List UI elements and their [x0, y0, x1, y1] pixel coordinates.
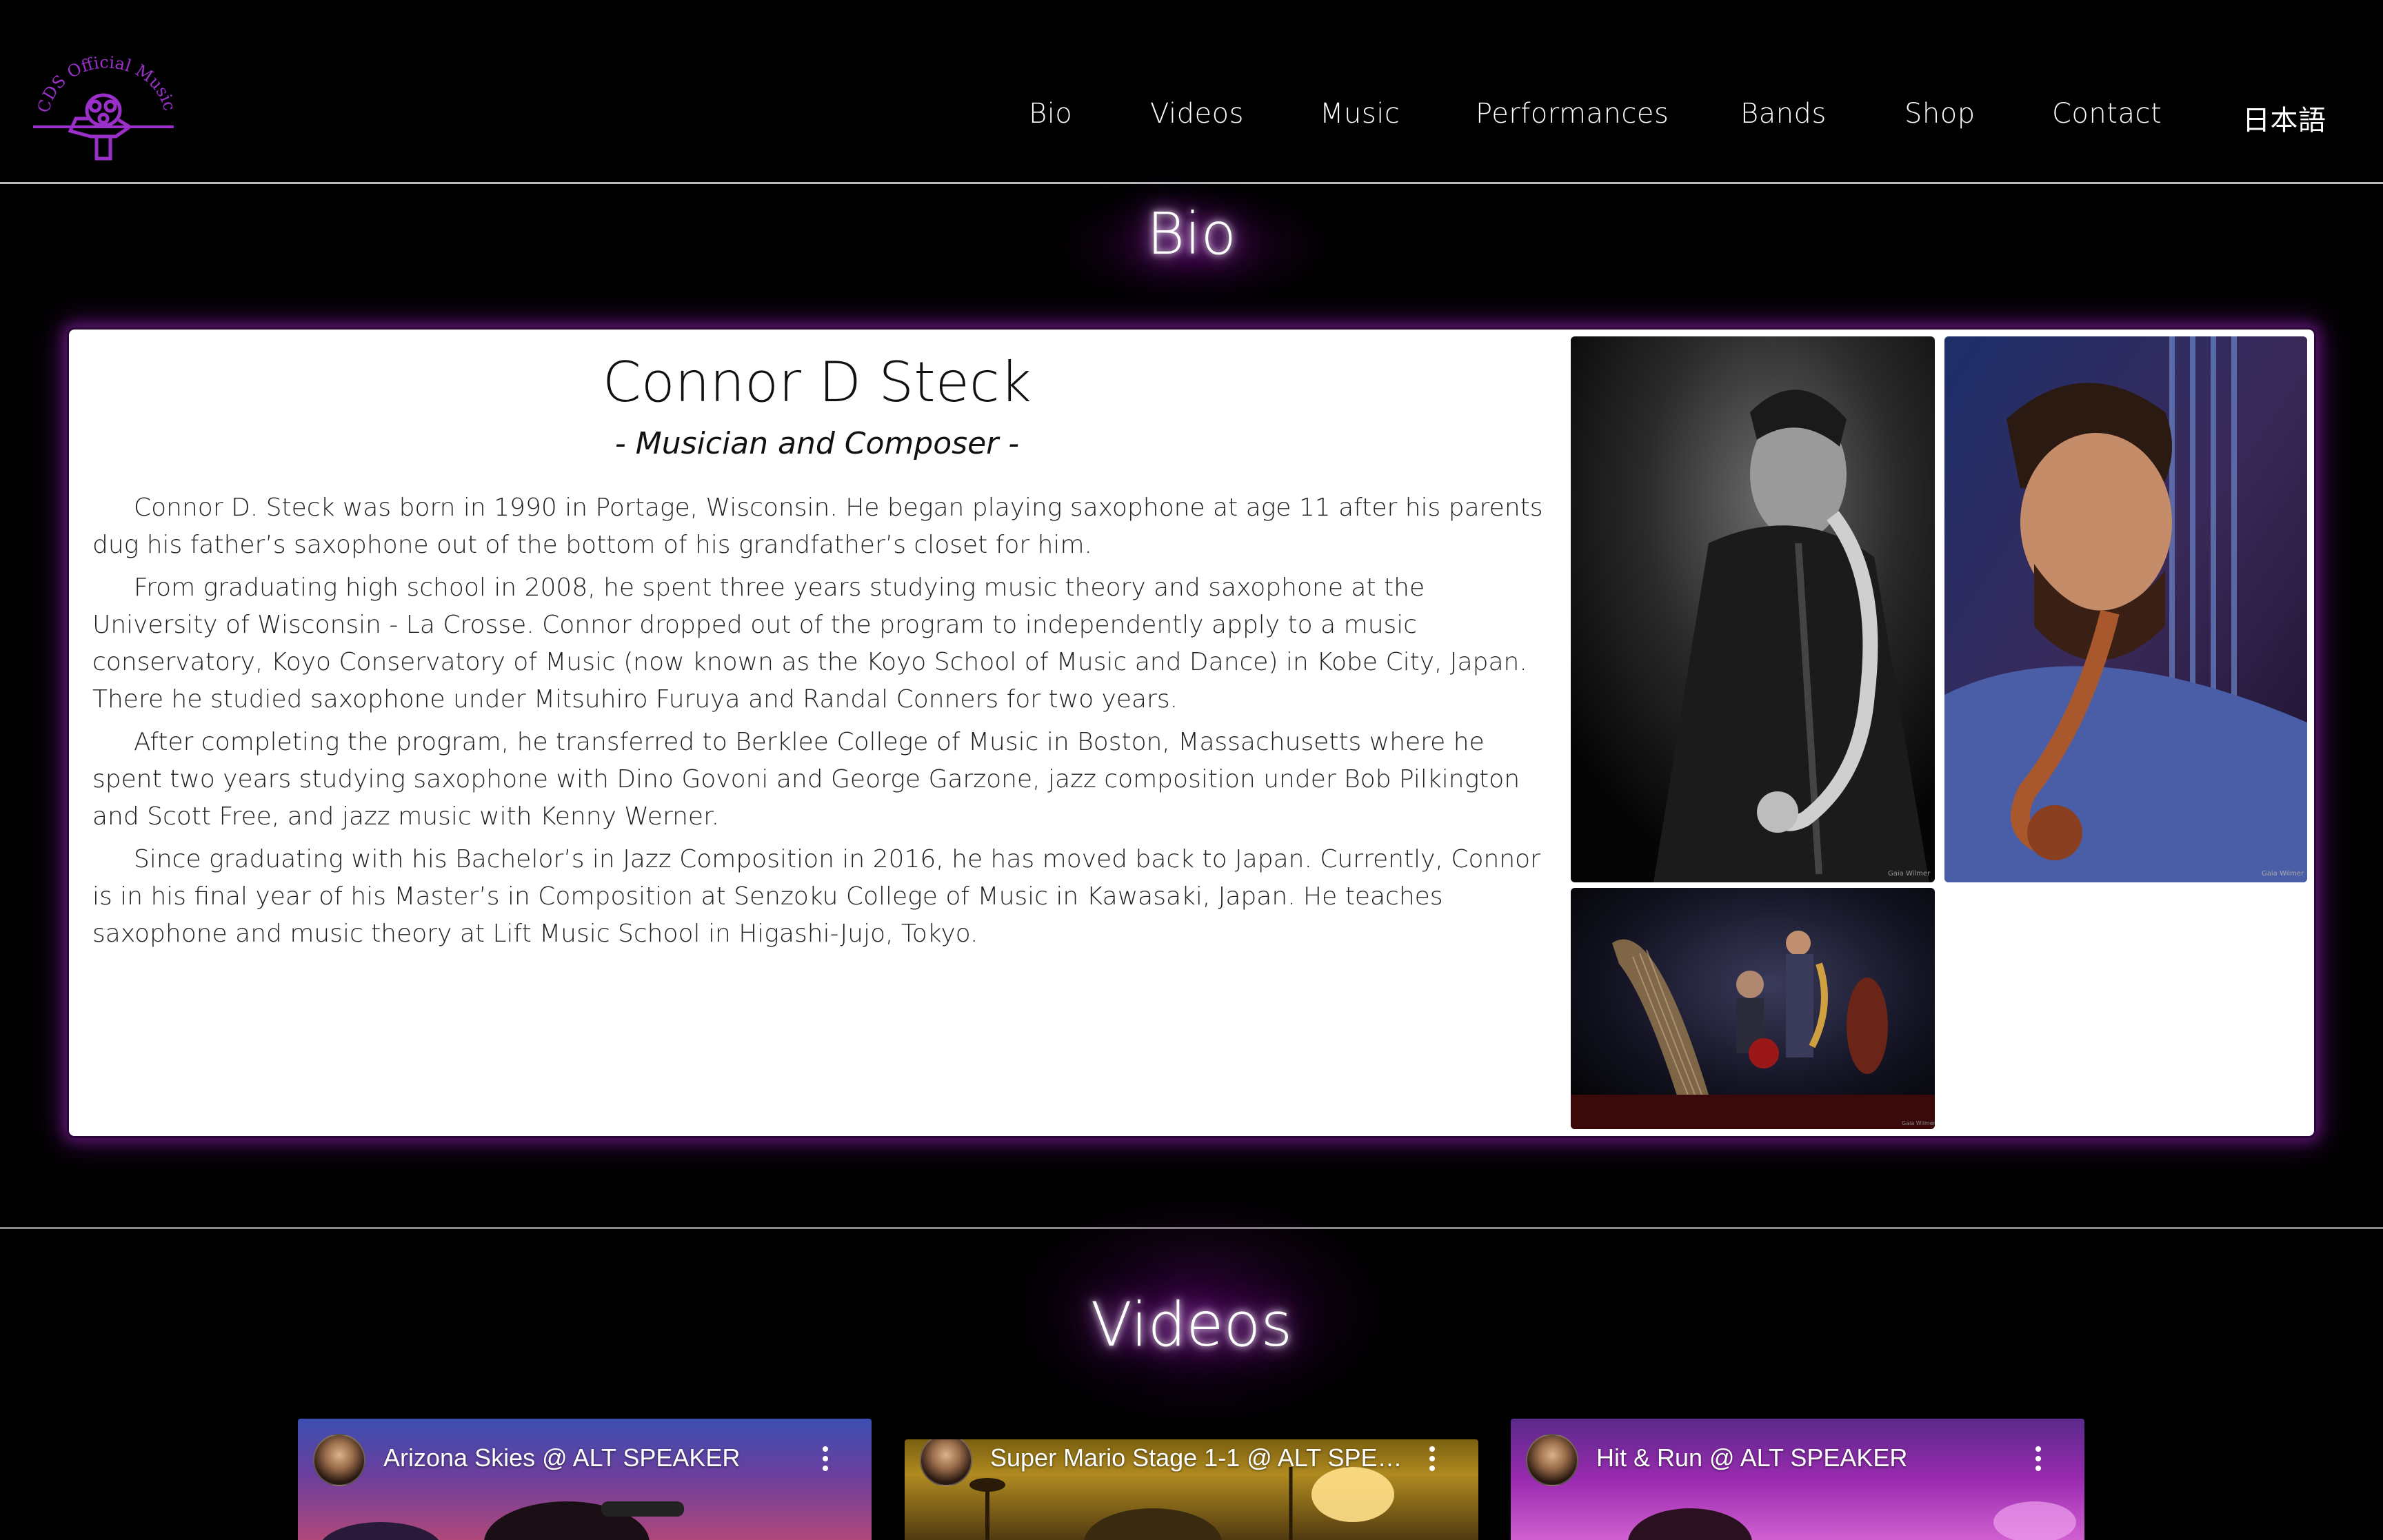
bio-subtitle: - Musician and Composer -	[614, 426, 1020, 461]
video-title[interactable]: Super Mario Stage 1-1 @ ALT SPEA...	[990, 1443, 1404, 1472]
more-options-icon[interactable]	[2033, 1446, 2043, 1474]
site-header: CDS Official Music Bio Videos Music Perf…	[0, 0, 2383, 184]
videos-heading: Videos	[1090, 1289, 1293, 1360]
video-thumbnail	[322, 1501, 684, 1540]
svg-text:Gaia Wilmer: Gaia Wilmer	[2262, 870, 2304, 878]
nav-item-shop[interactable]: Shop	[1904, 98, 1975, 130]
svg-text:Gaia Wilmer: Gaia Wilmer	[1902, 1120, 1935, 1126]
bio-paragraph: From graduating high school in 2008, he …	[92, 574, 1527, 713]
nav-item-contact[interactable]: Contact	[2052, 98, 2162, 130]
bio-paragraph: Connor D. Steck was born in 1990 in Port…	[92, 494, 1543, 559]
nav-item-bands[interactable]: Bands	[1740, 98, 1827, 130]
photo-band-stage[interactable]: Gaia Wilmer	[1571, 888, 1935, 1129]
bio-card: Connor D Steck - Musician and Composer -…	[69, 330, 2314, 1136]
bio-name: Connor D Steck	[602, 350, 1032, 414]
bio-paragraph: After completing the program, he transfe…	[92, 728, 1520, 831]
more-options-icon[interactable]	[1427, 1446, 1437, 1474]
video-card[interactable]: Super Mario Stage 1-1 @ ALT SPEA...	[905, 1439, 1478, 1540]
video-card[interactable]: Hit & Run @ ALT SPEAKER	[1511, 1419, 2084, 1540]
more-options-icon[interactable]	[821, 1446, 830, 1474]
nav-item-music[interactable]: Music	[1320, 98, 1400, 130]
video-thumbnail	[1628, 1501, 2076, 1540]
nav-item-bio[interactable]: Bio	[1029, 98, 1072, 130]
main-nav: Bio Videos Music Performances Bands Shop…	[0, 98, 2383, 139]
video-title[interactable]: Arizona Skies @ ALT SPEAKER	[383, 1443, 797, 1472]
svg-text:Gaia Wilmer: Gaia Wilmer	[1888, 870, 1931, 878]
nav-item-videos[interactable]: Videos	[1150, 98, 1244, 130]
photo-saxophonist-bw[interactable]: Gaia Wilmer	[1571, 336, 1935, 882]
channel-avatar[interactable]	[313, 1434, 365, 1486]
bio-paragraph: Since graduating with his Bachelor’s in …	[92, 845, 1540, 948]
channel-avatar[interactable]	[1526, 1434, 1578, 1486]
nav-item-performances[interactable]: Performances	[1476, 98, 1669, 130]
photo-saxophonist-color[interactable]: Gaia Wilmer	[1944, 336, 2307, 882]
video-title[interactable]: Hit & Run @ ALT SPEAKER	[1596, 1443, 2010, 1472]
bio-text: Connor D. Steck was born in 1990 in Port…	[92, 489, 1547, 958]
video-card[interactable]: Arizona Skies @ ALT SPEAKER	[298, 1419, 872, 1540]
bio-heading: Bio	[1147, 200, 1236, 267]
nav-item-japanese[interactable]: 日本語	[2242, 98, 2326, 138]
